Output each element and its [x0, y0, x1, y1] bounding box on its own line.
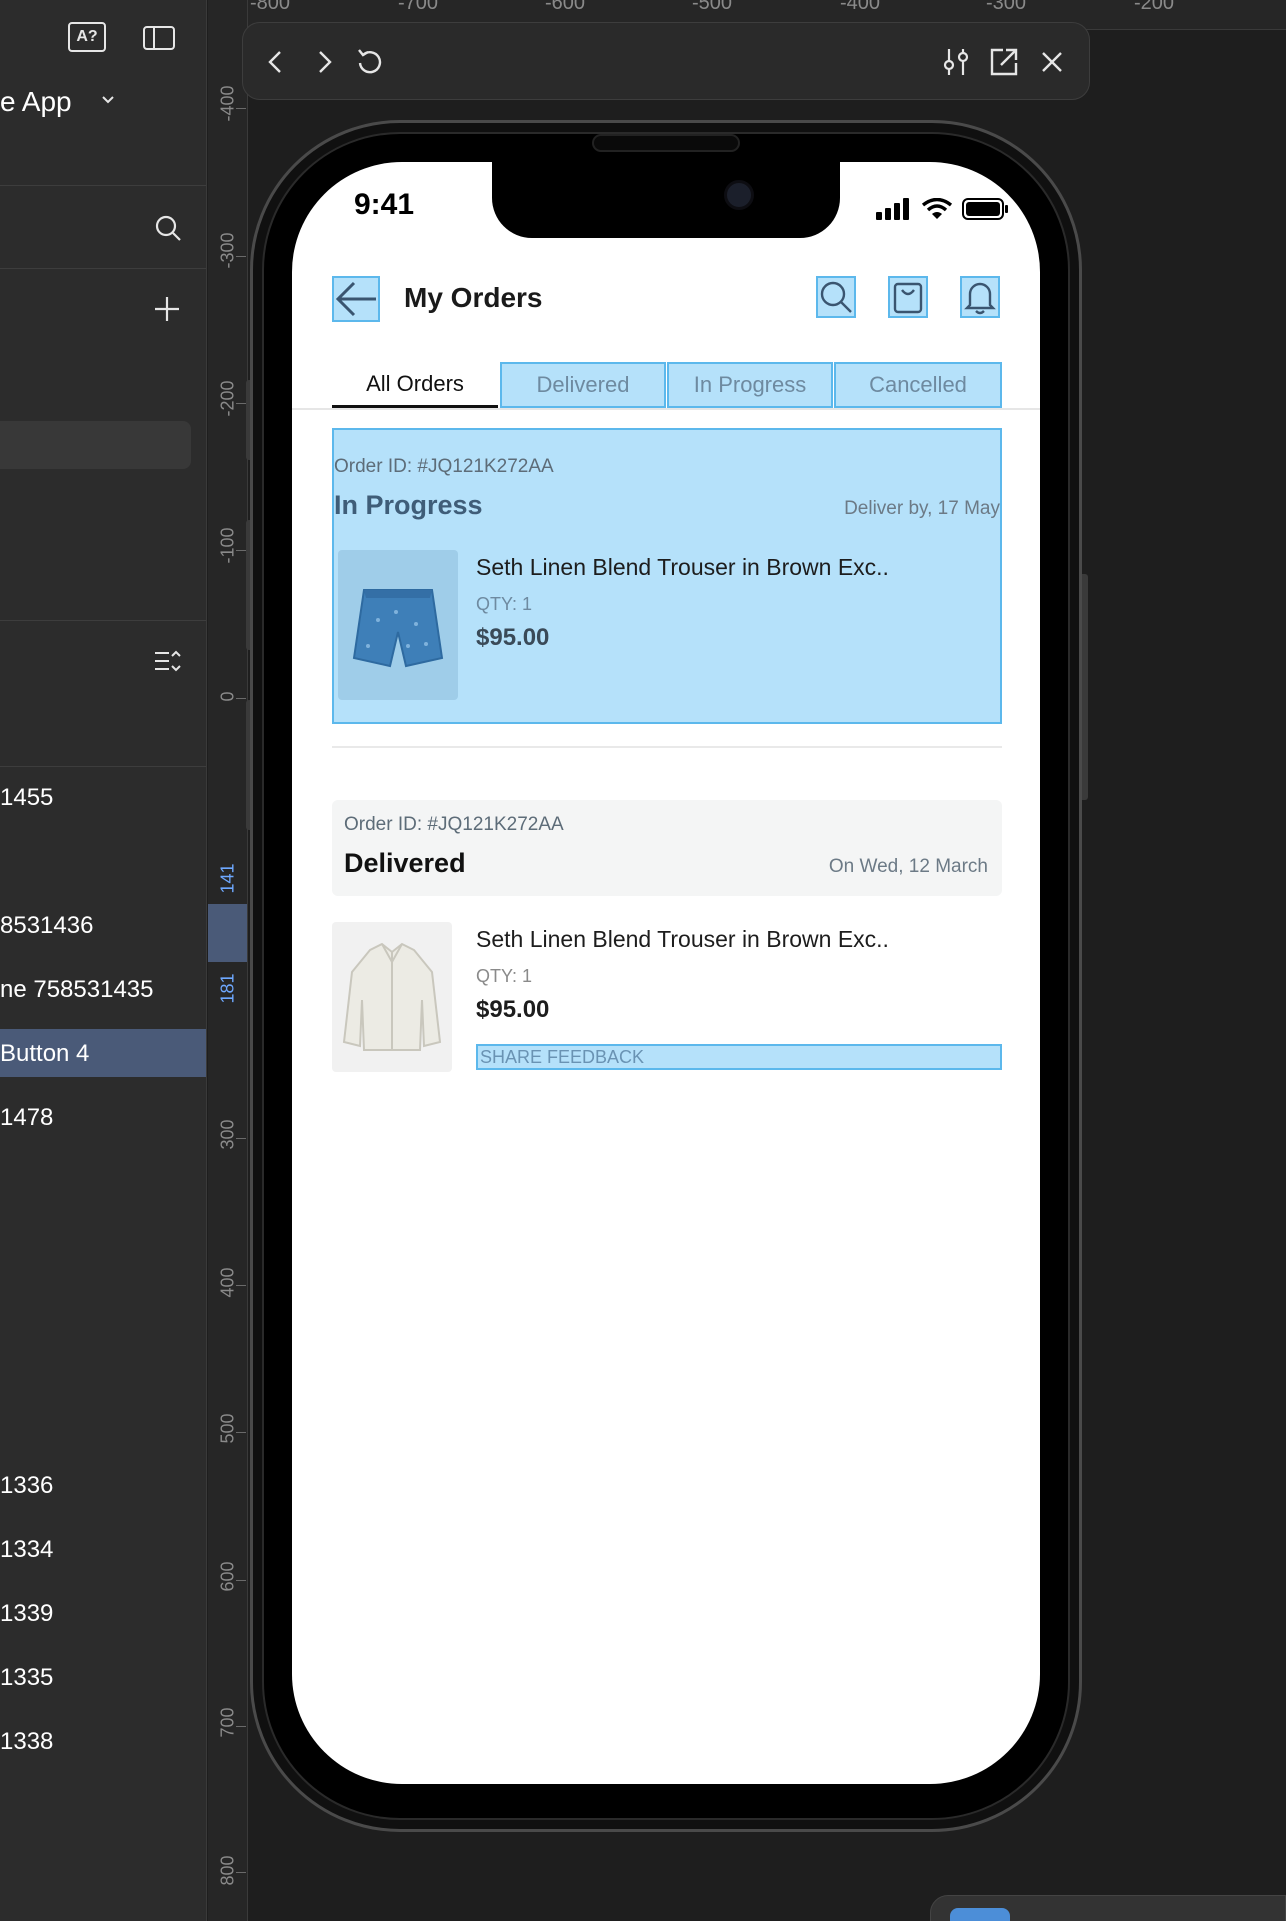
battery-icon — [962, 198, 1008, 220]
translate-icon[interactable]: A? — [68, 22, 106, 52]
layer-item[interactable]: 1334 — [0, 1536, 53, 1564]
ruler-label: -100 — [217, 527, 238, 564]
tab-all-orders[interactable]: All Orders — [332, 362, 498, 408]
tabs-divider — [292, 408, 1040, 410]
sidebar-toggle-icon[interactable] — [143, 26, 175, 50]
product-qty: QTY: 1 — [476, 594, 533, 614]
phone-notch — [492, 162, 840, 238]
ruler-label: -200 — [1134, 0, 1175, 14]
vertical-ruler: -400 -300 -200 -100 0 141 181 300 400 50… — [208, 0, 248, 1921]
ruler-label: -200 — [217, 380, 238, 417]
product-qty: QTY: 1 — [476, 966, 533, 986]
wifi-icon — [922, 198, 952, 219]
search-button[interactable] — [816, 276, 856, 318]
phone-speaker — [592, 134, 740, 152]
project-name[interactable]: e App — [0, 86, 72, 118]
arrow-left-icon — [335, 281, 376, 317]
ruler-label: 600 — [217, 1561, 238, 1592]
refresh-icon[interactable] — [351, 43, 389, 81]
ruler-label-selection-end: 181 — [217, 973, 238, 1004]
share-feedback-button[interactable]: SHARE FEEDBACK — [476, 1044, 1002, 1070]
layer-item[interactable]: 1478 — [0, 1104, 53, 1132]
product-thumbnail[interactable] — [332, 922, 452, 1072]
preview-toolbar — [242, 22, 1090, 100]
order-status: Delivered — [344, 848, 466, 878]
layers-panel: A? e App 1455 8531436 ne 758531435 Butto… — [0, 0, 207, 1921]
bag-button[interactable] — [888, 276, 928, 318]
tab-delivered[interactable]: Delivered — [500, 362, 666, 408]
order-delivery-date: Deliver by, 17 May — [844, 498, 1000, 519]
product-name: Seth Linen Blend Trouser in Brown Exc.. — [476, 554, 889, 580]
ruler-label: -300 — [986, 0, 1027, 14]
back-arrow-button[interactable] — [332, 276, 380, 322]
bell-icon — [964, 282, 996, 315]
product-price: $95.00 — [476, 624, 550, 651]
order-status: In Progress — [334, 490, 483, 520]
search-icon[interactable] — [154, 214, 182, 247]
order-id: Order ID: #JQ121K272AA — [344, 814, 564, 835]
ruler-label: 800 — [217, 1855, 238, 1886]
design-tool-window: A? e App 1455 8531436 ne 758531435 Butto… — [0, 0, 1286, 1921]
phone-screen: 9:41 My Orders All Orders Delivered In P… — [292, 162, 1040, 1784]
order-separator — [332, 746, 1002, 748]
ruler-label: -400 — [840, 0, 881, 14]
page-item-selected[interactable] — [0, 421, 191, 469]
back-icon[interactable] — [257, 43, 295, 81]
layer-item[interactable]: 8531436 — [0, 912, 93, 940]
ruler-selection-range — [208, 904, 247, 962]
cellular-signal-icon — [876, 198, 909, 220]
close-icon[interactable] — [1033, 43, 1071, 81]
layer-item[interactable]: 1338 — [0, 1728, 53, 1756]
product-price: $95.00 — [476, 996, 550, 1023]
ruler-label: -800 — [250, 0, 291, 14]
order-card-delivered-header[interactable]: Order ID: #JQ121K272AA Delivered On Wed,… — [332, 800, 1002, 896]
order-card-in-progress[interactable]: Order ID: #JQ121K272AA In Progress Deliv… — [332, 428, 1002, 724]
ruler-label: -700 — [398, 0, 439, 14]
ruler-label: -600 — [545, 0, 586, 14]
collapse-layers-icon[interactable] — [154, 650, 182, 679]
product-name: Seth Linen Blend Trouser in Brown Exc.. — [476, 926, 889, 952]
ruler-label: 400 — [217, 1267, 238, 1298]
bottom-panel-button[interactable] — [950, 1908, 1010, 1921]
order-id: Order ID: #JQ121K272AA — [334, 456, 554, 477]
shopping-bag-icon — [893, 282, 923, 314]
ruler-label: 500 — [217, 1413, 238, 1444]
forward-icon[interactable] — [305, 43, 343, 81]
front-camera — [724, 180, 754, 210]
search-icon — [820, 281, 852, 313]
layer-item[interactable]: Button 4 — [0, 1040, 89, 1068]
tab-cancelled[interactable]: Cancelled — [834, 362, 1002, 408]
open-external-icon[interactable] — [985, 43, 1023, 81]
layer-item[interactable]: 1336 — [0, 1472, 53, 1500]
status-time: 9:41 — [354, 188, 415, 221]
jacket-image — [342, 942, 442, 1051]
chevron-down-icon[interactable] — [101, 92, 115, 110]
layer-item[interactable]: 1339 — [0, 1600, 53, 1628]
tab-in-progress[interactable]: In Progress — [667, 362, 833, 408]
ruler-label: -500 — [692, 0, 733, 14]
order-delivery-date: On Wed, 12 March — [828, 856, 988, 877]
settings-sliders-icon[interactable] — [937, 43, 975, 81]
layer-item[interactable]: ne 758531435 — [0, 976, 154, 1004]
product-thumbnail[interactable] — [338, 550, 458, 700]
page-title: My Orders — [404, 282, 543, 313]
ruler-label: -300 — [217, 232, 238, 269]
shorts-image — [352, 589, 444, 668]
ruler-label: -400 — [217, 85, 238, 122]
status-icons — [876, 198, 1008, 220]
ruler-label: 300 — [217, 1119, 238, 1150]
ruler-label: 700 — [217, 1707, 238, 1738]
notifications-button[interactable] — [960, 276, 1000, 318]
layer-item[interactable]: 1335 — [0, 1664, 53, 1692]
layer-item[interactable]: 1455 — [0, 784, 53, 812]
ruler-label: 0 — [217, 691, 238, 702]
ruler-label-selection-start: 141 — [217, 863, 238, 894]
add-icon[interactable] — [154, 296, 180, 327]
